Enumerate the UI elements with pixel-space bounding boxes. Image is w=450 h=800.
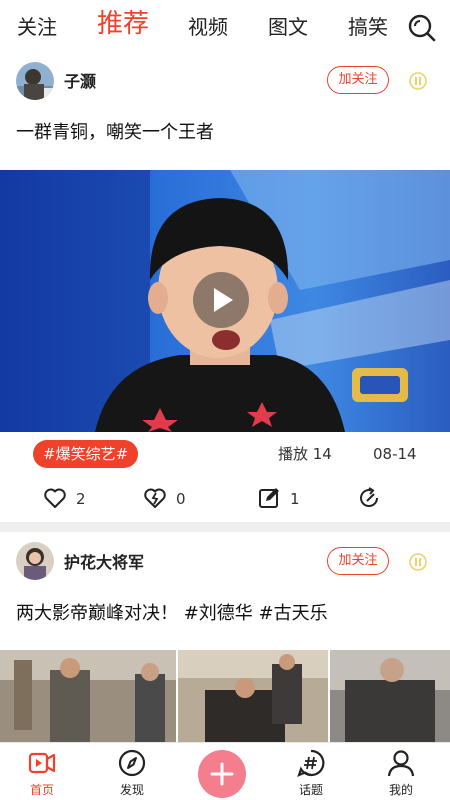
comment-count: 1 <box>290 490 300 508</box>
nav-topics[interactable]: 话题 <box>276 743 346 800</box>
author-name[interactable]: 子灏 <box>64 72 96 92</box>
author-name[interactable]: 护花大将军 <box>64 553 144 573</box>
hashtag-icon <box>297 749 325 777</box>
like-count: 2 <box>76 490 86 508</box>
edit-icon <box>259 488 279 508</box>
feed-post: 子灏 加关注 一群青铜，嘲笑一个王者 #爆笑综艺# 播放 14 08-14 2 … <box>0 54 450 522</box>
heart-icon <box>44 488 66 508</box>
share-icon <box>360 487 379 507</box>
nav-label: 首页 <box>29 783 54 797</box>
follow-button[interactable]: 加关注 <box>327 66 389 94</box>
user-icon <box>387 750 415 777</box>
search-icon[interactable] <box>408 14 436 42</box>
nav-label: 我的 <box>388 783 413 797</box>
nav-profile[interactable]: 我的 <box>366 743 436 800</box>
tab-recommended[interactable]: 推荐 <box>97 9 149 39</box>
tab-funny[interactable]: 搞笑 <box>348 12 388 42</box>
tab-video[interactable]: 视频 <box>188 12 228 42</box>
follow-button[interactable]: 加关注 <box>327 547 389 575</box>
tab-following[interactable]: 关注 <box>17 12 57 42</box>
post-date: 08-14 <box>373 445 417 463</box>
avatar[interactable] <box>16 62 54 100</box>
topic-tag[interactable]: #爆笑综艺# <box>33 440 139 468</box>
top-tab-bar: 关注 推荐 视频 图文 搞笑 <box>0 0 450 54</box>
home-video-icon <box>28 752 56 774</box>
nav-label: 发现 <box>119 783 144 797</box>
pause-icon[interactable] <box>408 551 428 571</box>
feed-post: 护花大将军 加关注 两大影帝巅峰对决！ #刘德华 #古天乐 <box>0 532 450 742</box>
post-text: 两大影帝巅峰对决！ #刘德华 #古天乐 <box>16 603 328 624</box>
tab-image-text[interactable]: 图文 <box>268 12 308 42</box>
play-count: 播放 14 <box>278 445 332 463</box>
pause-icon[interactable] <box>408 70 428 90</box>
play-icon[interactable] <box>193 272 249 328</box>
broken-heart-icon <box>144 488 166 508</box>
add-post-button[interactable] <box>198 750 246 798</box>
dislike-count: 0 <box>176 490 186 508</box>
avatar[interactable] <box>16 542 54 580</box>
compass-icon <box>118 749 146 777</box>
video-thumbnail[interactable] <box>0 170 450 432</box>
plus-icon <box>210 762 234 786</box>
post-separator <box>0 522 450 532</box>
nav-label: 话题 <box>298 783 323 797</box>
post-text: 一群青铜，嘲笑一个王者 <box>16 122 214 143</box>
bottom-navigation: 首页 发现 话题 我的 <box>0 742 450 800</box>
nav-discover[interactable]: 发现 <box>97 743 167 800</box>
nav-home[interactable]: 首页 <box>7 743 77 800</box>
photo-grid[interactable] <box>0 650 450 742</box>
